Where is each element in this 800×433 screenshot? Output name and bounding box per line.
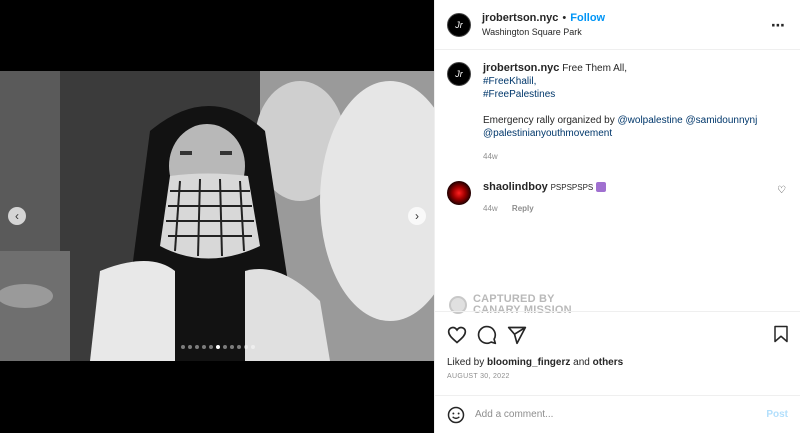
post-date: AUGUST 30, 2022 <box>447 373 510 380</box>
slide-dot <box>223 345 227 349</box>
location-link[interactable]: Washington Square Park <box>482 25 605 39</box>
caption-line: Emergency rally organized by <box>483 115 615 126</box>
action-bar <box>435 311 800 357</box>
separator: • <box>562 12 567 24</box>
comment-icon[interactable] <box>477 325 497 345</box>
post-details-panel: Jr jrobertson.nyc • Follow Washington Squa… <box>434 0 800 433</box>
emoji-icon <box>596 182 607 193</box>
reply-button[interactable]: Reply <box>512 204 534 213</box>
caption-username[interactable]: jrobertson.nyc <box>483 62 559 74</box>
add-comment-bar: Post <box>435 395 800 433</box>
comments-section: Jr jrobertson.nyc Free Them All, #FreeKh… <box>435 50 800 316</box>
slide-dot <box>181 345 185 349</box>
media-panel: ‹ › <box>0 0 434 433</box>
slide-dot <box>202 345 206 349</box>
comment-meta: 44w Reply <box>483 202 606 215</box>
slide-dot <box>244 345 248 349</box>
slide-indicator <box>181 345 255 349</box>
comment-item: shaolindboy PSPSPSPS 44w Reply ♡ <box>447 181 788 215</box>
username-link[interactable]: jrobertson.nyc <box>482 12 558 24</box>
slide-dot <box>237 345 241 349</box>
hashtag-link[interactable]: #FreeKhalil, <box>483 75 757 88</box>
comment-username[interactable]: shaolindboy <box>483 181 548 193</box>
previous-slide-button[interactable]: ‹ <box>8 207 26 225</box>
slide-dot <box>188 345 192 349</box>
comment-text: PSPSPSPS <box>550 183 594 192</box>
photo-illustration <box>0 71 434 361</box>
post-header: Jr jrobertson.nyc • Follow Washington Squa… <box>435 0 800 50</box>
avatar-logo: Jr <box>455 69 463 79</box>
post-photo[interactable] <box>0 71 434 361</box>
slide-dot <box>251 345 255 349</box>
caption-text: Free Them All, <box>562 63 628 74</box>
heart-icon[interactable] <box>447 325 467 345</box>
header-text: jrobertson.nyc • Follow Washington Square … <box>482 10 605 39</box>
slide-dot <box>209 345 213 349</box>
post-modal: ‹ › Jr jrobertson.nyc • Follow Washingto… <box>0 0 800 433</box>
caption-avatar[interactable]: Jr <box>447 62 471 86</box>
caption-age: 44w <box>483 152 498 161</box>
post-comment-button[interactable]: Post <box>766 409 788 420</box>
comment-body: shaolindboy PSPSPSPS 44w Reply <box>483 181 607 215</box>
next-slide-button[interactable]: › <box>408 207 426 225</box>
mention-link[interactable]: @samidounnynj <box>685 115 757 126</box>
more-options-icon[interactable]: ⋯ <box>771 17 786 34</box>
avatar[interactable] <box>447 181 471 205</box>
slide-dot <box>230 345 234 349</box>
liked-by-user-link[interactable]: blooming_fingerz <box>487 357 570 368</box>
chevron-left-icon: ‹ <box>15 209 19 223</box>
comment-age: 44w <box>483 204 498 213</box>
mention-link[interactable]: @palestinianyouthmovement <box>483 127 757 140</box>
avatar-logo: Jr <box>455 19 463 30</box>
slide-dot <box>195 345 199 349</box>
chevron-right-icon: › <box>415 209 419 223</box>
hashtag-link[interactable]: #FreePalestinеs <box>483 88 757 101</box>
follow-button[interactable]: Follow <box>570 12 605 24</box>
caption-body: jrobertson.nyc Free Them All, #FreeKhali… <box>483 62 757 163</box>
likes-prefix: Liked by <box>447 357 485 368</box>
heart-icon[interactable]: ♡ <box>777 185 786 196</box>
likes-mid: and <box>573 357 590 368</box>
share-icon[interactable] <box>507 325 527 345</box>
likes-others-link[interactable]: others <box>593 357 624 368</box>
caption: Jr jrobertson.nyc Free Them All, #FreeKh… <box>447 62 788 163</box>
likes-summary: Liked by blooming_fingerz and others <box>435 357 800 371</box>
smiley-icon[interactable] <box>447 406 465 424</box>
bookmark-icon[interactable] <box>772 324 790 344</box>
slide-dot-active <box>216 345 220 349</box>
comment-input[interactable] <box>475 409 735 420</box>
avatar[interactable]: Jr <box>447 12 471 37</box>
mention-link[interactable]: @wolpalestine <box>618 115 683 126</box>
